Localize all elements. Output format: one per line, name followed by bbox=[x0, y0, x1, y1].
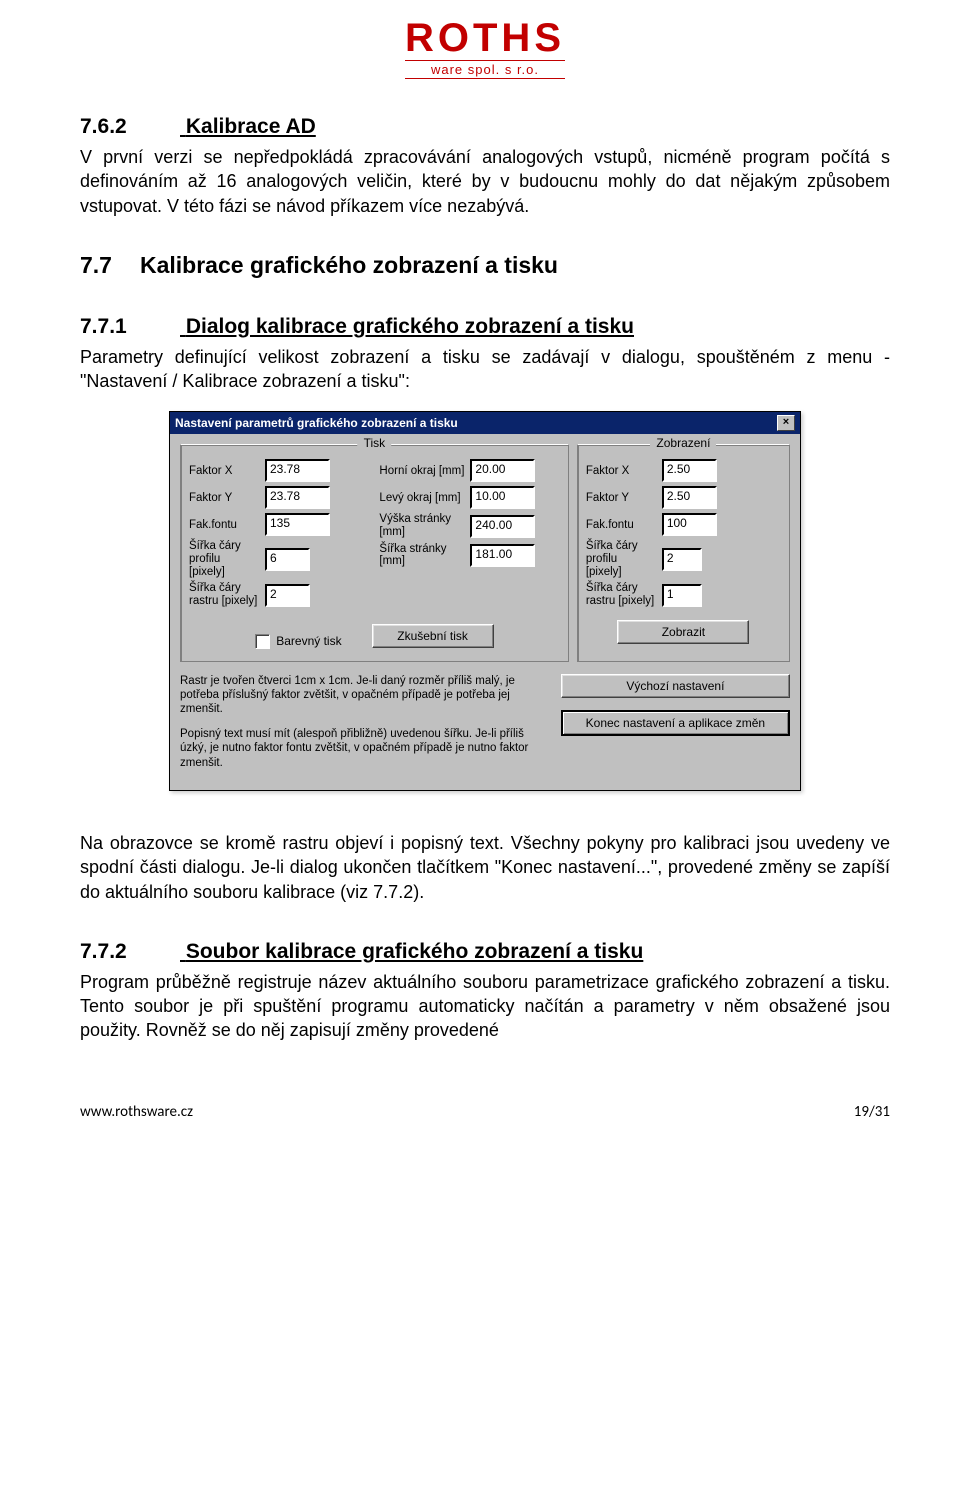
label-fak-fontu: Fak.fontu bbox=[189, 519, 259, 532]
note-rastr: Rastr je tvořen čtverci 1cm x 1cm. Je-li… bbox=[180, 674, 547, 717]
dialog-titlebar: Nastavení parametrů grafického zobrazení… bbox=[170, 412, 800, 434]
input-tisk-faktor-y[interactable]: 23.78 bbox=[265, 486, 330, 509]
input-tisk-sirka-profilu[interactable]: 6 bbox=[265, 548, 310, 571]
input-levy-okraj[interactable]: 10.00 bbox=[470, 486, 535, 509]
input-sirka-stranky[interactable]: 181.00 bbox=[470, 544, 535, 567]
label-sirka-rastru: Šířka čáry rastru [pixely] bbox=[586, 582, 656, 607]
heading-number: 7.7.1 bbox=[80, 315, 180, 339]
input-tisk-fak-fontu[interactable]: 135 bbox=[265, 513, 330, 536]
label-faktor-y: Faktor Y bbox=[586, 492, 656, 505]
group-legend: Zobrazení bbox=[650, 436, 716, 450]
heading-title: Soubor kalibrace grafického zobrazení a … bbox=[186, 940, 643, 963]
input-zobr-faktor-y[interactable]: 2.50 bbox=[662, 486, 717, 509]
label-barevny-tisk: Barevný tisk bbox=[276, 634, 341, 648]
heading-7-7: 7.7Kalibrace grafického zobrazení a tisk… bbox=[80, 252, 890, 279]
heading-7-7-1: 7.7.1 Dialog kalibrace grafického zobraz… bbox=[80, 315, 890, 339]
label-sirka-stranky: Šířka stránky [mm] bbox=[379, 543, 464, 568]
para-7-7-2: Program průběžně registruje název aktuál… bbox=[80, 970, 890, 1043]
heading-7-6-2: 7.6.2 Kalibrace AD bbox=[80, 115, 890, 139]
footer-url: www.rothsware.cz bbox=[80, 1103, 193, 1121]
label-vyska-stranky: Výška stránky [mm] bbox=[379, 513, 464, 538]
input-horni-okraj[interactable]: 20.00 bbox=[470, 459, 535, 482]
input-tisk-faktor-x[interactable]: 23.78 bbox=[265, 459, 330, 482]
button-zobrazit[interactable]: Zobrazit bbox=[617, 620, 749, 644]
dialog-title-text: Nastavení parametrů grafického zobrazení… bbox=[175, 416, 458, 430]
button-zkusebni-tisk[interactable]: Zkušební tisk bbox=[372, 624, 494, 648]
group-legend: Tisk bbox=[358, 436, 392, 450]
label-sirka-profilu: Šířka čáry profilu [pixely] bbox=[189, 540, 259, 578]
label-fak-fontu: Fak.fontu bbox=[586, 519, 656, 532]
footer-page-number: 19/31 bbox=[854, 1103, 890, 1121]
label-horni-okraj: Horní okraj [mm] bbox=[379, 465, 464, 478]
input-zobr-sirka-profilu[interactable]: 2 bbox=[662, 548, 702, 571]
para-7-7-1: Parametry definující velikost zobrazení … bbox=[80, 345, 890, 394]
heading-title: Dialog kalibrace grafického zobrazení a … bbox=[186, 315, 634, 338]
page-footer: www.rothsware.cz 19/31 bbox=[80, 1103, 890, 1121]
button-vychozi-nastaveni[interactable]: Výchozí nastavení bbox=[561, 674, 790, 698]
logo-main: ROTHS bbox=[405, 20, 565, 56]
checkbox-barevny-tisk[interactable] bbox=[255, 634, 270, 649]
input-zobr-sirka-rastru[interactable]: 1 bbox=[662, 584, 702, 607]
heading-7-7-2: 7.7.2 Soubor kalibrace grafického zobraz… bbox=[80, 940, 890, 964]
label-faktor-x: Faktor X bbox=[189, 465, 259, 478]
input-zobr-faktor-x[interactable]: 2.50 bbox=[662, 459, 717, 482]
heading-title: Kalibrace AD bbox=[186, 115, 316, 138]
group-zobrazeni: Zobrazení Faktor X 2.50 Faktor Y 2.50 Fa… bbox=[577, 444, 790, 661]
group-tisk: Tisk Faktor X 23.78 Faktor Y 23.78 bbox=[180, 444, 569, 661]
label-faktor-x: Faktor X bbox=[586, 465, 656, 478]
button-konec-nastaveni[interactable]: Konec nastavení a aplikace změn bbox=[561, 710, 790, 736]
heading-number: 7.6.2 bbox=[80, 115, 180, 139]
input-vyska-stranky[interactable]: 240.00 bbox=[470, 515, 535, 538]
para-after-dialog: Na obrazovce se kromě rastru objeví i po… bbox=[80, 831, 890, 904]
dialog-window: Nastavení parametrů grafického zobrazení… bbox=[169, 411, 801, 790]
label-sirka-rastru: Šířka čáry rastru [pixely] bbox=[189, 582, 259, 607]
close-icon[interactable]: × bbox=[777, 415, 795, 431]
label-levy-okraj: Levý okraj [mm] bbox=[379, 492, 464, 505]
note-font: Popisný text musí mít (alespoň přibližně… bbox=[180, 727, 547, 770]
heading-number: 7.7 bbox=[80, 252, 140, 279]
label-sirka-profilu: Šířka čáry profilu [pixely] bbox=[586, 540, 656, 578]
dialog-notes: Rastr je tvořen čtverci 1cm x 1cm. Je-li… bbox=[180, 674, 547, 780]
input-zobr-fak-fontu[interactable]: 100 bbox=[662, 513, 717, 536]
logo-sub: ware spol. s r.o. bbox=[405, 60, 565, 79]
input-tisk-sirka-rastru[interactable]: 2 bbox=[265, 584, 310, 607]
header-logo: ROTHS ware spol. s r.o. bbox=[80, 20, 890, 79]
label-faktor-y: Faktor Y bbox=[189, 492, 259, 505]
para-7-6-2: V první verzi se nepředpokládá zpracováv… bbox=[80, 145, 890, 218]
heading-title: Kalibrace grafického zobrazení a tisku bbox=[140, 252, 558, 278]
heading-number: 7.7.2 bbox=[80, 940, 180, 964]
